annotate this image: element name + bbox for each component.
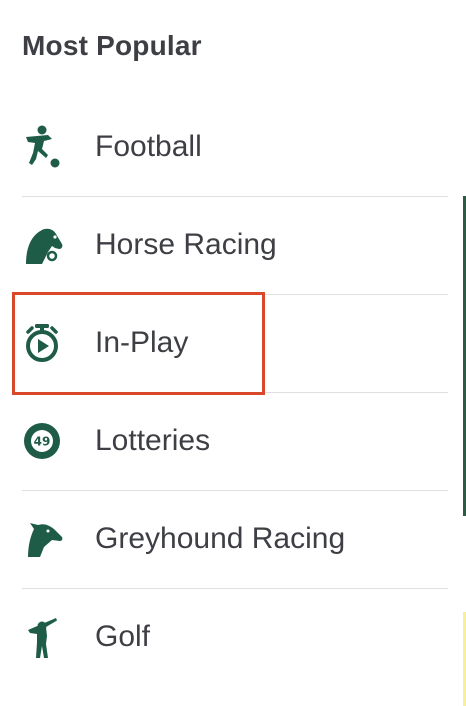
menu-item-label: Golf xyxy=(95,620,151,653)
menu-item-label: Football xyxy=(95,130,202,163)
menu-item-golf[interactable]: Golf xyxy=(22,588,448,686)
menu-item-horse-racing[interactable]: Horse Racing xyxy=(22,196,448,294)
section-title: Most Popular xyxy=(22,30,202,61)
menu-item-lotteries[interactable]: 49 Lotteries xyxy=(22,392,448,490)
svg-text:49: 49 xyxy=(34,435,51,449)
menu-item-label: Lotteries xyxy=(95,424,211,457)
sports-menu-page: Most Popular Football Horse Racing In-Pl… xyxy=(0,0,466,706)
golfer-icon xyxy=(22,614,68,660)
stopwatch-play-icon xyxy=(22,320,68,366)
lottery-ball-49-icon: 49 xyxy=(22,418,68,464)
menu-item-football[interactable]: Football xyxy=(22,98,448,196)
sports-menu: Football Horse Racing In-Play 49 Lotteri… xyxy=(22,98,448,686)
menu-item-greyhound-racing[interactable]: Greyhound Racing xyxy=(22,490,448,588)
menu-item-label: Greyhound Racing xyxy=(95,522,346,555)
horse-head-icon xyxy=(22,222,68,268)
football-player-icon xyxy=(22,124,68,170)
menu-item-in-play[interactable]: In-Play xyxy=(22,294,448,392)
menu-item-label: In-Play xyxy=(95,326,189,359)
greyhound-icon xyxy=(22,516,68,562)
menu-item-label: Horse Racing xyxy=(95,228,277,261)
